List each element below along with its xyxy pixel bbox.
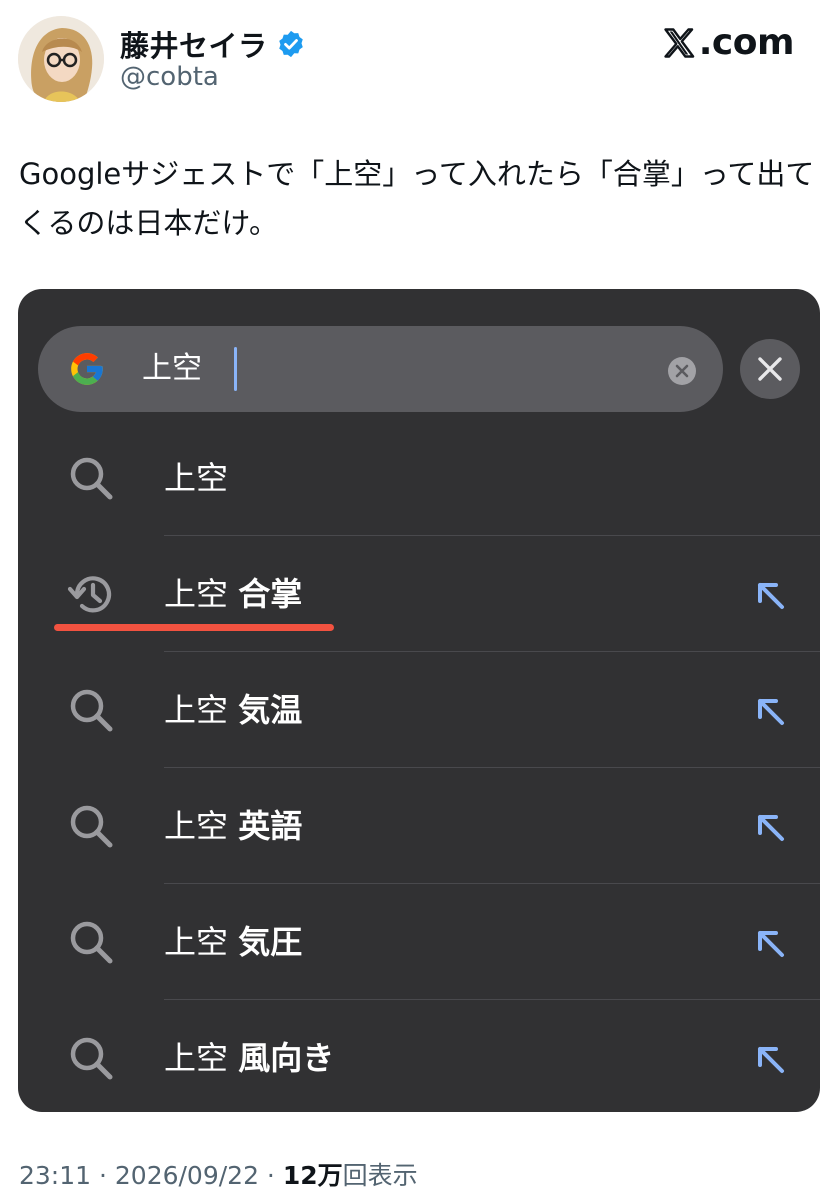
verified-badge-icon: [276, 29, 306, 59]
brand-text: .com: [698, 22, 795, 63]
close-icon: [758, 357, 782, 381]
avatar[interactable]: [18, 16, 104, 102]
suggestion-item[interactable]: 上空 気温: [18, 652, 820, 767]
x-logo-icon: [661, 25, 697, 61]
suggestion-label: 上空: [164, 459, 229, 497]
suggestion-item[interactable]: 上空 英語: [18, 768, 820, 883]
meta-separator: ·: [258, 1161, 283, 1190]
tweet-image[interactable]: 上空 上空 上空 合掌 上空 気温 上空 英語 上空 気圧 上空 風向き: [18, 289, 820, 1112]
suggestion-item[interactable]: 上空 合掌: [18, 536, 820, 651]
author-name-row: 藤井セイラ: [120, 24, 306, 64]
text-cursor: [234, 347, 237, 391]
red-highlight-underline: [54, 624, 334, 631]
tweet-meta: 23:11 · 2026/09/22 · 12万回表示: [19, 1156, 418, 1192]
post-time[interactable]: 23:11: [19, 1161, 91, 1190]
suggestion-item[interactable]: 上空 風向き: [18, 1000, 820, 1112]
views-label: 回表示: [342, 1161, 418, 1190]
post-date[interactable]: 2026/09/22: [115, 1161, 259, 1190]
suggestion-label: 上空 風向き: [164, 1039, 335, 1077]
tweet-text: Googleサジェストで「上空」って入れたら「合掌」って出てくるのは日本だけ。: [19, 157, 815, 240]
suggestion-item[interactable]: 上空 気圧: [18, 884, 820, 999]
brand-watermark: .com: [661, 22, 795, 63]
display-name[interactable]: 藤井セイラ: [120, 23, 268, 65]
suggestion-label: 上空 気温: [164, 691, 303, 729]
search-query-text[interactable]: 上空: [142, 349, 202, 389]
views-count: 12万: [282, 1161, 343, 1190]
search-bar[interactable]: [38, 326, 723, 412]
close-search-button[interactable]: [740, 339, 800, 399]
suggestion-label: 上空 英語: [164, 807, 303, 845]
suggestion-item[interactable]: 上空: [18, 420, 820, 535]
suggestion-label: 上空 気圧: [164, 923, 303, 961]
meta-separator: ·: [91, 1161, 115, 1190]
suggestion-label: 上空 合掌: [164, 575, 303, 613]
author-handle[interactable]: @cobta: [120, 62, 219, 92]
